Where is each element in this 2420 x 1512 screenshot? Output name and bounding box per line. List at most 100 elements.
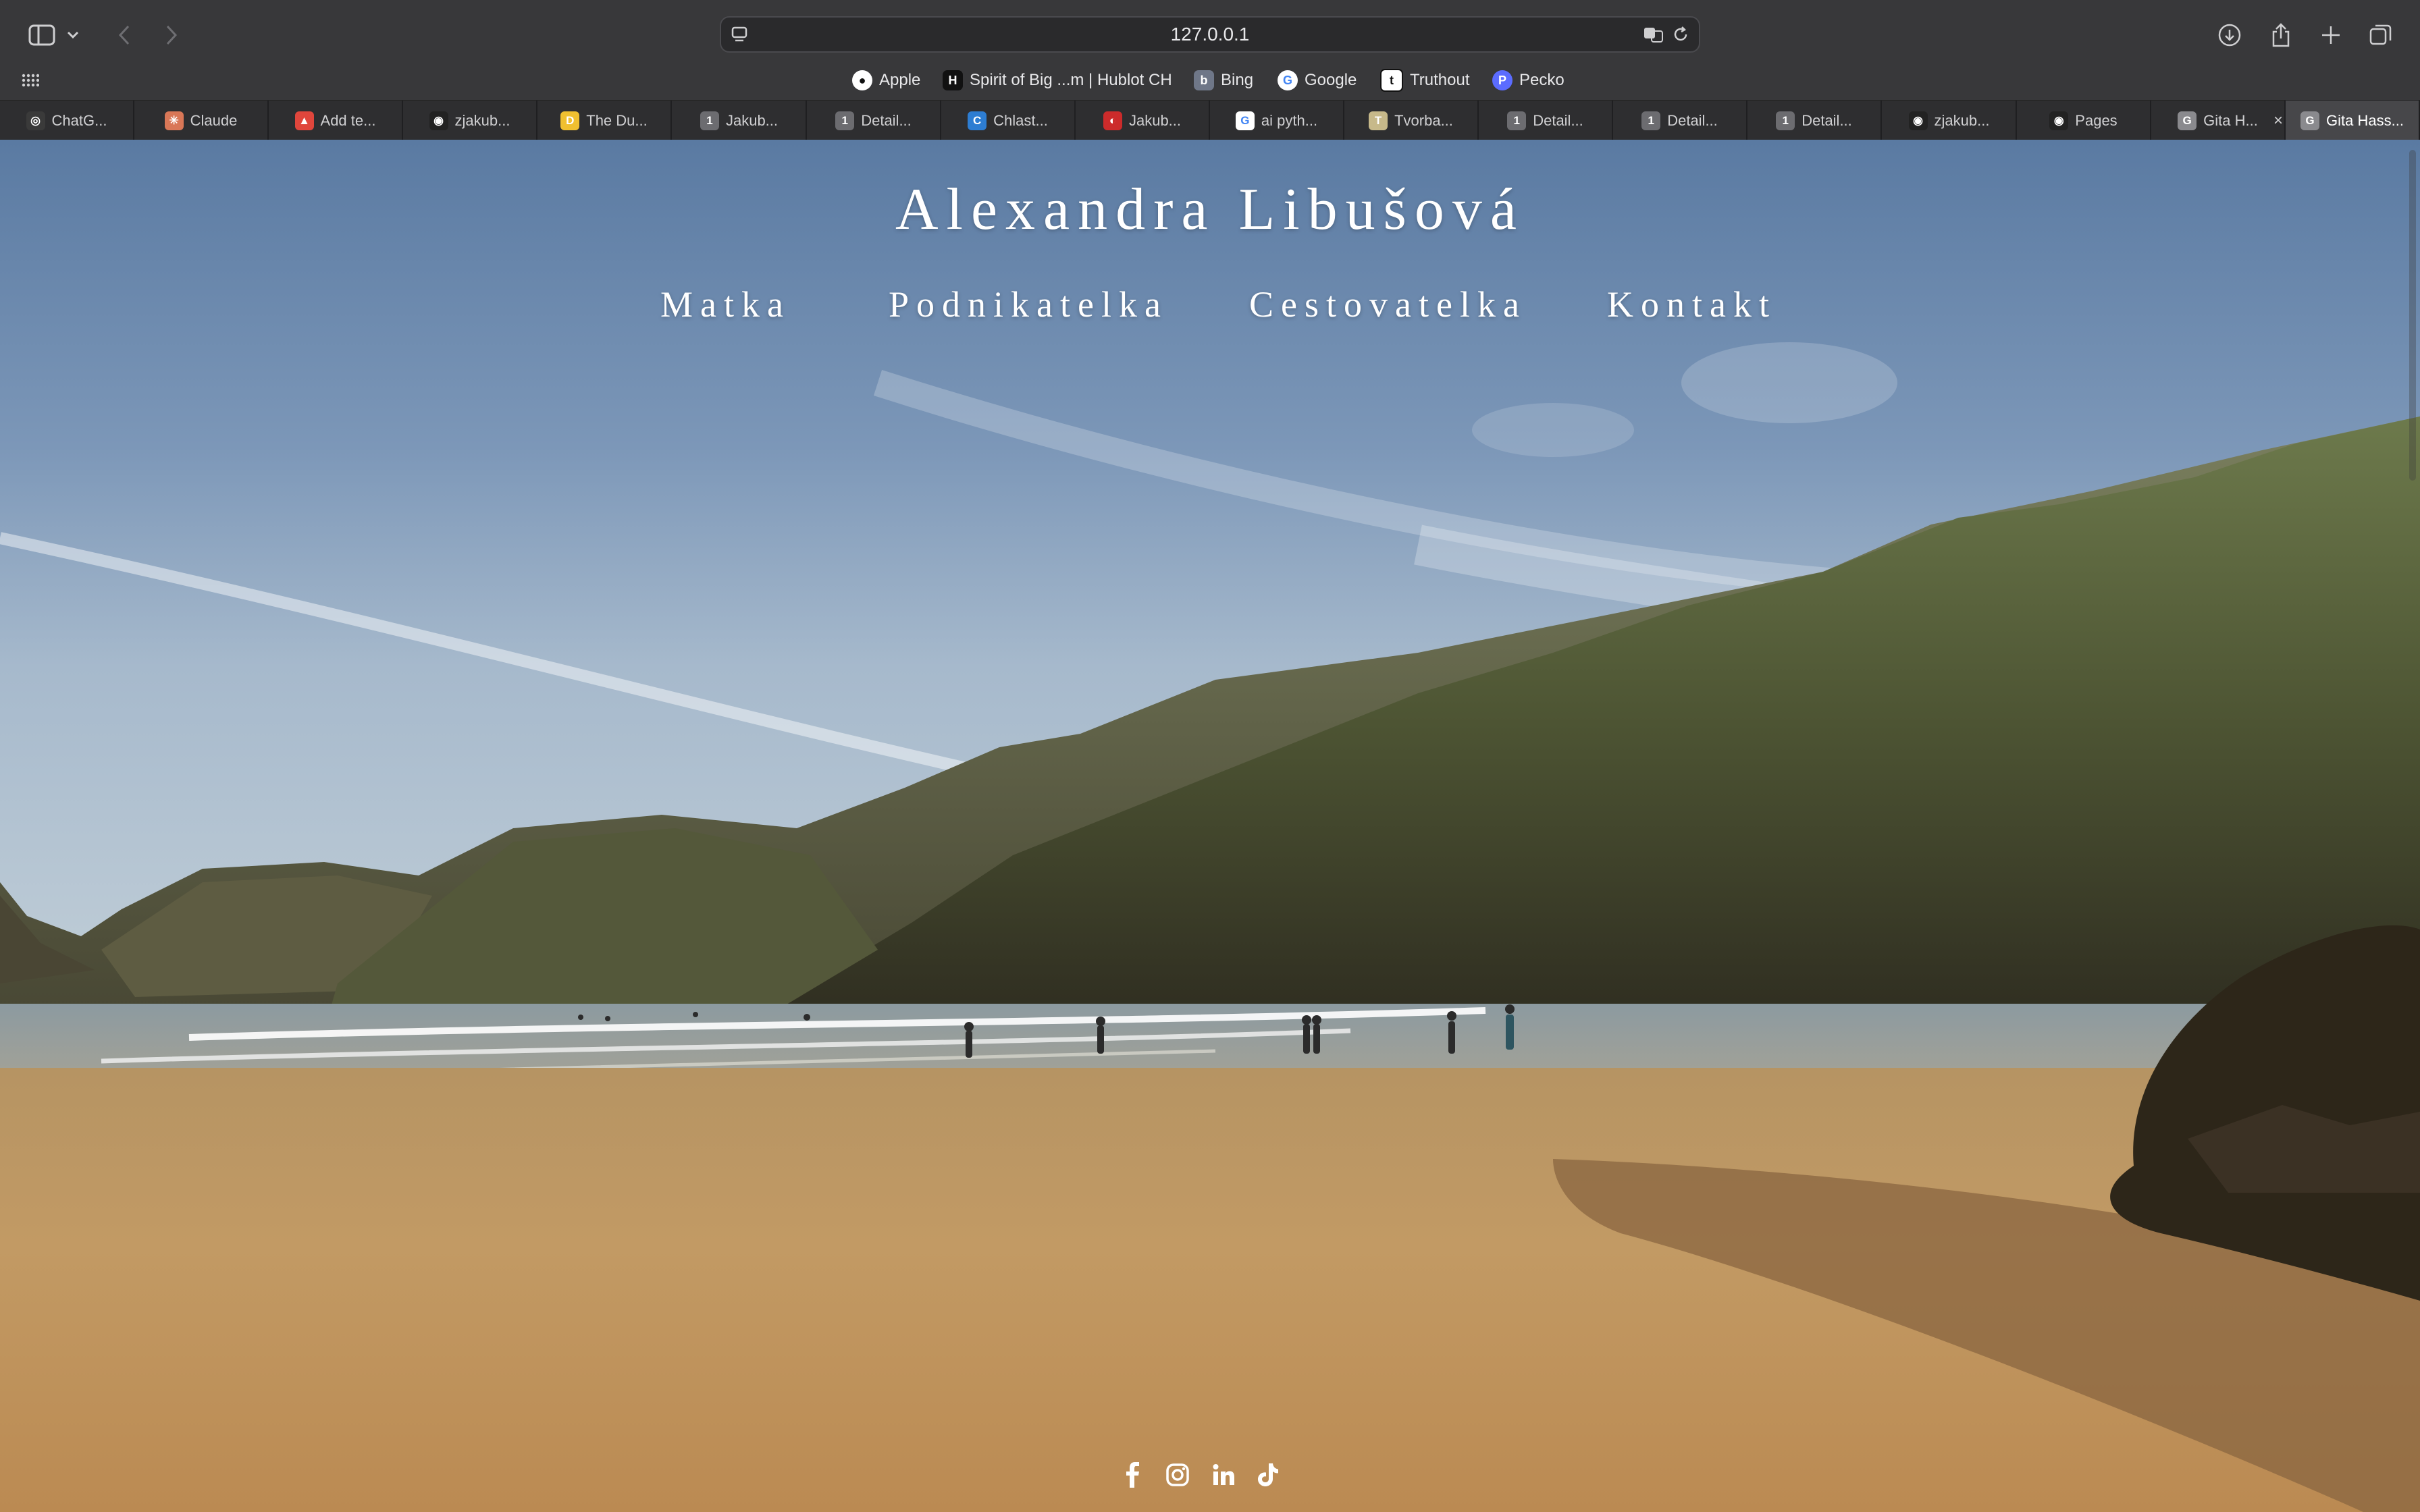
gita-icon: G bbox=[2178, 111, 2197, 130]
tiktok-icon[interactable] bbox=[1253, 1460, 1283, 1490]
favorite-pecko[interactable]: P Pecko bbox=[1492, 65, 1564, 96]
nav-link-matka[interactable]: Matka bbox=[660, 284, 791, 325]
tab[interactable]: 1 Detail... bbox=[1479, 101, 1613, 140]
tab-label: Detail... bbox=[861, 111, 912, 129]
close-tab-icon[interactable]: × bbox=[2273, 111, 2283, 130]
tab[interactable]: ◉ zjakub... bbox=[403, 101, 537, 140]
github-icon: ◉ bbox=[429, 111, 448, 130]
github-icon: ◉ bbox=[2049, 111, 2069, 130]
site-nav: Matka Podnikatelka Cestovatelka Kontakt bbox=[0, 284, 2420, 331]
favorite-truthout[interactable]: t Truthout bbox=[1380, 65, 1470, 96]
duolingo-icon: D bbox=[560, 111, 580, 130]
one-icon: 1 bbox=[1776, 111, 1795, 130]
plus-icon bbox=[2322, 26, 2340, 44]
tab[interactable]: ◐ Jakub... bbox=[1076, 101, 1210, 140]
tab-label: Jakub... bbox=[1128, 111, 1182, 129]
google-icon: G bbox=[1235, 111, 1255, 130]
pecko-icon: P bbox=[1492, 70, 1512, 90]
apple-icon: ● bbox=[852, 70, 872, 90]
tab[interactable]: ✳ Claude bbox=[134, 101, 269, 140]
tab-active[interactable]: × G Gita Hass... bbox=[2273, 101, 2420, 140]
back-button[interactable] bbox=[107, 18, 142, 53]
browser-chrome: 127.0.0.1 ● Apple H Spirit of Big ...m |… bbox=[0, 0, 2420, 140]
one-icon: 1 bbox=[1507, 111, 1527, 130]
one-icon: 1 bbox=[835, 111, 855, 130]
tab[interactable]: 1 Detail... bbox=[1747, 101, 1882, 140]
tab-label: Gita H... bbox=[2203, 111, 2258, 129]
tab[interactable]: D The Du... bbox=[537, 101, 672, 140]
tab[interactable]: ◉ zjakub... bbox=[1883, 101, 2017, 140]
tab-label: zjakub... bbox=[1934, 111, 1990, 129]
nav-link-cestovatelka[interactable]: Cestovatelka bbox=[1249, 284, 1527, 325]
tab-label: The Du... bbox=[586, 111, 648, 129]
add-icon: ▲ bbox=[294, 111, 314, 130]
chevron-right-icon bbox=[166, 25, 178, 45]
favorite-hublot[interactable]: H Spirit of Big ...m | Hublot CH bbox=[943, 65, 1172, 96]
hero-background-image bbox=[0, 140, 2420, 1512]
tab[interactable]: 1 Detail... bbox=[807, 101, 941, 140]
tab-label: Detail... bbox=[1667, 111, 1718, 129]
translate-icon[interactable] bbox=[1643, 24, 1664, 45]
tab[interactable]: 1 Detail... bbox=[1613, 101, 1747, 140]
tab-label: Chlast... bbox=[993, 111, 1048, 129]
download-icon bbox=[2218, 24, 2241, 47]
downloads-button[interactable] bbox=[2212, 18, 2247, 53]
tab-label: Jakub... bbox=[725, 111, 779, 129]
tab-label: Detail... bbox=[1533, 111, 1583, 129]
favorite-apple[interactable]: ● Apple bbox=[852, 65, 920, 96]
tab[interactable]: ◎ ChatG... bbox=[0, 101, 134, 140]
tab-label: zjakub... bbox=[454, 111, 510, 129]
tab[interactable]: T Tvorba... bbox=[1344, 101, 1479, 140]
tab-label: Tvorba... bbox=[1394, 111, 1453, 129]
tab-label: ChatG... bbox=[51, 111, 107, 129]
tab[interactable]: ▲ Add te... bbox=[269, 101, 403, 140]
tab-label: Detail... bbox=[1801, 111, 1852, 129]
tab-label: ai pyth... bbox=[1261, 111, 1318, 129]
tab[interactable]: ◉ Pages bbox=[2017, 101, 2151, 140]
tab[interactable]: Gai pyth... bbox=[1210, 101, 1344, 140]
instagram-icon[interactable] bbox=[1163, 1460, 1192, 1490]
reload-icon[interactable] bbox=[1671, 24, 1691, 45]
share-icon bbox=[2272, 23, 2290, 47]
tab[interactable]: G Gita H... bbox=[2151, 101, 2286, 140]
social-links bbox=[1118, 1460, 1302, 1490]
apps-grid-button[interactable] bbox=[15, 65, 46, 96]
hublot-icon: H bbox=[943, 70, 963, 90]
tab-label: Gita Hass... bbox=[2326, 111, 2404, 129]
tab-bar: ◎ ChatG... ✳ Claude ▲ Add te... ◉ zjakub... D The… bbox=[0, 100, 2420, 140]
url-text[interactable]: 127.0.0.1 bbox=[721, 18, 1699, 51]
forward-button[interactable] bbox=[154, 18, 189, 53]
gita-icon: G bbox=[2300, 111, 2320, 130]
tab-label: Claude bbox=[190, 111, 238, 129]
one-icon: 1 bbox=[700, 111, 719, 130]
bing-icon: b bbox=[1194, 70, 1214, 90]
share-button[interactable] bbox=[2263, 18, 2298, 53]
new-tab-button[interactable] bbox=[2313, 18, 2348, 53]
nav-link-podnikatelka[interactable]: Podnikatelka bbox=[889, 284, 1168, 325]
sidebar-icon bbox=[28, 24, 55, 46]
claude-icon: ✳ bbox=[164, 111, 184, 130]
tab-overview-button[interactable] bbox=[2363, 18, 2398, 53]
tab[interactable]: 1 Jakub... bbox=[673, 101, 807, 140]
nav-link-kontakt[interactable]: Kontakt bbox=[1607, 284, 1777, 325]
linkedin-icon[interactable] bbox=[1209, 1460, 1238, 1490]
grid-icon bbox=[22, 74, 39, 87]
tab-group-dropdown-button[interactable] bbox=[59, 18, 86, 53]
tab-label: Add te... bbox=[320, 111, 376, 129]
tab-overview-icon bbox=[2369, 24, 2392, 45]
site-title: Alexandra Libušová bbox=[895, 177, 1525, 242]
address-bar[interactable]: 127.0.0.1 bbox=[720, 16, 1700, 53]
favorite-google[interactable]: G Google bbox=[1278, 65, 1357, 96]
sidebar-toggle-button[interactable] bbox=[24, 18, 59, 53]
google-icon: G bbox=[1278, 70, 1298, 90]
chevron-down-icon bbox=[67, 31, 79, 39]
one-icon: 1 bbox=[1641, 111, 1661, 130]
browser-toolbar: 127.0.0.1 bbox=[0, 0, 2420, 68]
facebook-icon[interactable] bbox=[1118, 1460, 1148, 1490]
website-viewport bbox=[0, 140, 2420, 1512]
tvorba-icon: T bbox=[1369, 111, 1388, 130]
tab[interactable]: C Chlast... bbox=[941, 101, 1076, 140]
favorite-bing[interactable]: b Bing bbox=[1194, 65, 1253, 96]
github-icon: ◉ bbox=[1908, 111, 1928, 130]
edge-icon: C bbox=[968, 111, 987, 130]
